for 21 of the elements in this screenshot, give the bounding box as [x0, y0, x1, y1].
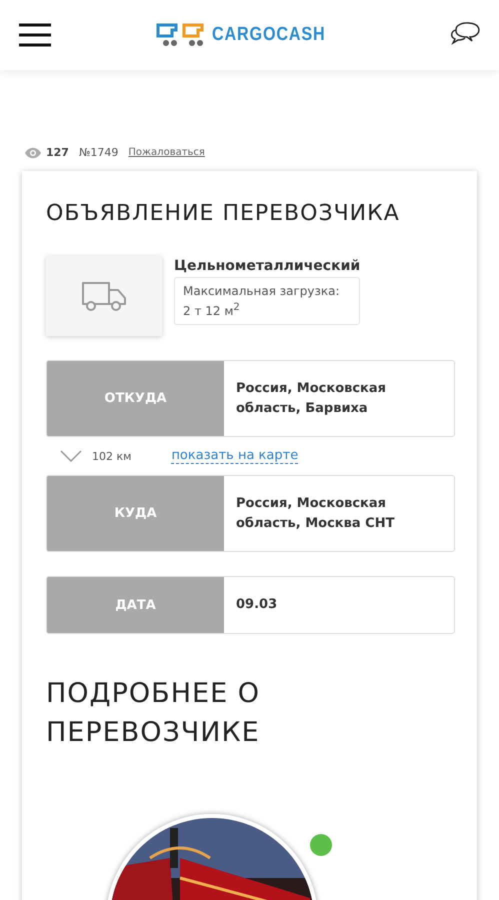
field-label: ОТКУДА: [47, 361, 224, 436]
ad-title: ОБЪЯВЛЕНИЕ ПЕРЕВОЗЧИКА: [46, 201, 401, 226]
field-value: Россия, Московская область, Барвиха: [235, 380, 387, 418]
capacity-label: Максимальная загрузка:: [183, 283, 341, 300]
logo-text: CARGOCASH: [212, 24, 326, 46]
eye-icon: [24, 146, 42, 158]
chevron-down-icon: [60, 450, 82, 462]
capacity-value: 2 т 12 м$^{2}$: [183, 301, 241, 320]
report-link[interactable]: Пожаловаться: [128, 147, 205, 158]
menu-icon[interactable]: [18, 23, 52, 47]
field-value: 09.03: [235, 596, 278, 614]
ad-number: №1749: [78, 146, 118, 159]
field-value: Россия, Московская область, Москва СНТ: [235, 495, 396, 532]
body-type: Цельнометаллический: [174, 258, 360, 274]
field-label: КУДА: [47, 476, 224, 551]
field-label: ДАТА: [47, 577, 224, 633]
truck-icon: [81, 280, 127, 312]
show-on-map-link[interactable]: показать на карте: [171, 448, 298, 464]
view-count: 127: [46, 146, 69, 159]
carrier-title: ПОДРОБНЕЕ О ПЕРЕВОЗЧИКЕ: [46, 677, 261, 750]
distance-text: 102 км: [92, 450, 132, 462]
